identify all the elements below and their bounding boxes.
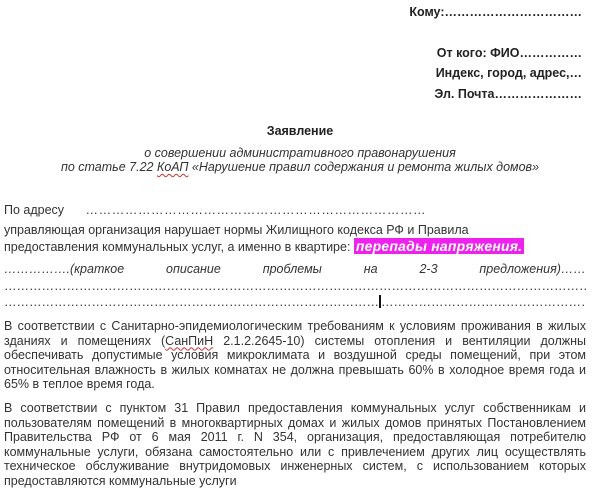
address-placeholder: ……………………………………………………………………: [85, 203, 427, 217]
address-label: По адресу: [4, 203, 65, 217]
intro-text: предоставления коммунальных услуг, а име…: [4, 240, 351, 254]
desc-word: 2-3: [419, 262, 438, 276]
dotted-line: ……………………………………………………………………………………………………………: [4, 279, 586, 293]
intro-line-1: управляющая организация нарушает нормы Ж…: [4, 223, 469, 237]
desc-word: описание: [166, 262, 221, 276]
desc-word: на: [363, 262, 378, 276]
intro-line-2: предоставления коммунальных услуг, а име…: [4, 238, 586, 255]
subtitle-article: по статье 7.22: [60, 160, 157, 174]
dotted-line-with-cursor: ……………………………………………………………………………………………………………: [4, 295, 586, 310]
sender-email-line: Эл. Почта…………………: [434, 87, 582, 101]
rules-paragraph: В соответствии с пунктом 31 Правил предо…: [4, 401, 586, 488]
desc-word: …………….(краткое: [4, 262, 125, 276]
subtitle-rule-name: «Нарушение правил содержания и ремонта ж…: [188, 160, 540, 174]
subtitle-line-1: о совершении административного правонару…: [144, 146, 456, 160]
document-title: Заявление: [266, 124, 334, 138]
desc-word: проблемы: [262, 262, 322, 276]
subtitle-line-2: по статье 7.22 КоАП «Нарушение правил со…: [0, 160, 600, 174]
dotted-segment: ……………………………………………………………………………: [381, 295, 586, 309]
problem-description-line: …………….(краткое описание проблемы на 2-3 …: [4, 262, 586, 277]
recipient-line: Кому:……………………………: [409, 5, 582, 19]
address-line: По адресу ……………………………………………………………………: [4, 203, 586, 218]
dotted-segment: ………………………………………………………………………………: [4, 295, 379, 309]
sender-name-line: От кого: ФИО……………: [436, 46, 582, 60]
problem-highlight: перепады напряжения.: [353, 238, 525, 254]
koap-abbr: КоАП: [156, 160, 189, 174]
sanpin-paragraph: В соответствии с Санитарно-эпидемиологич…: [4, 319, 586, 392]
sanpin-abbr: СанПиН: [165, 333, 214, 348]
desc-word: предложения)……: [479, 262, 586, 276]
sender-address-line: Индекс, город, адрес,…: [435, 66, 582, 80]
